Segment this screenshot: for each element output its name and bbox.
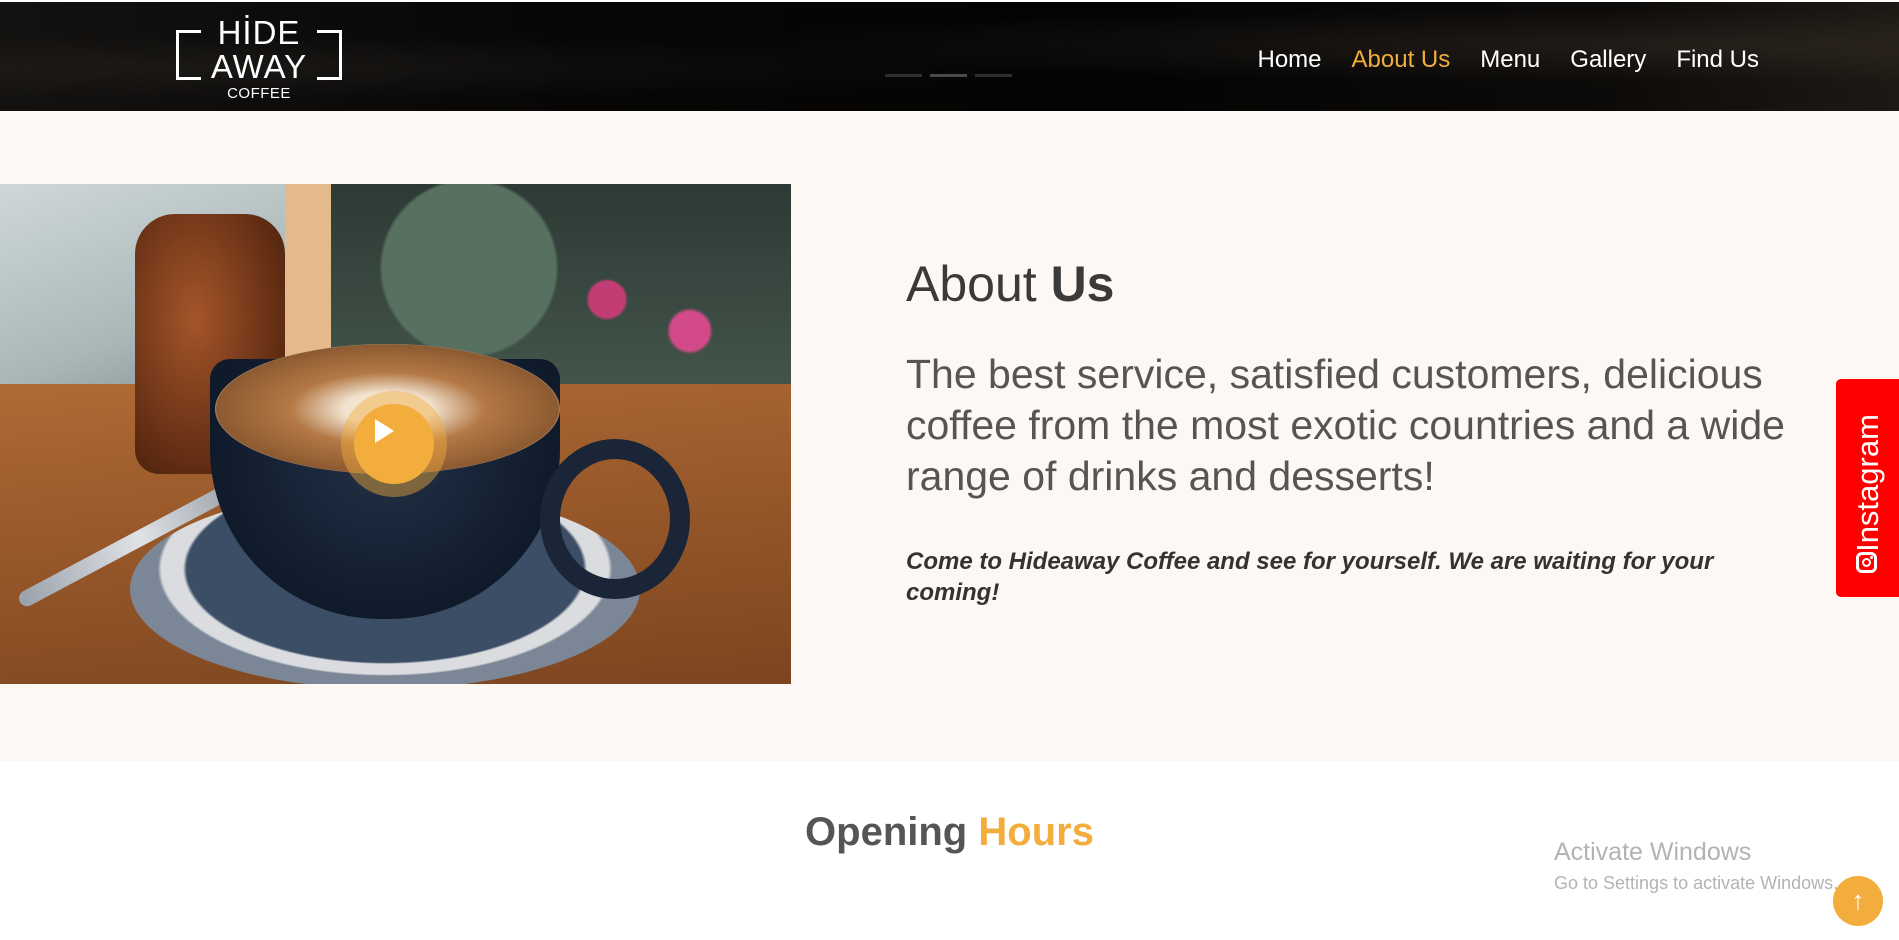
- about-lead-text: The best service, satisfied customers, d…: [906, 351, 1785, 499]
- instagram-label: Instagram: [1849, 414, 1885, 552]
- about-title-bold: Us: [1050, 256, 1115, 312]
- slider-dot-active[interactable]: [930, 74, 967, 77]
- watermark-title: Activate Windows: [1554, 838, 1752, 866]
- site-header: HİDE AWAY COFFEE Home About Us Menu Gall…: [0, 2, 1899, 111]
- play-video-button[interactable]: [341, 391, 447, 497]
- nav-find-us[interactable]: Find Us: [1676, 46, 1759, 74]
- main-nav: Home About Us Menu Gallery Find Us: [1257, 46, 1759, 74]
- logo-line-2: AWAY: [210, 48, 308, 85]
- nav-gallery[interactable]: Gallery: [1570, 46, 1646, 74]
- scroll-to-top-button[interactable]: ↑: [1833, 876, 1883, 926]
- about-section: About Us The best service, satisfied cus…: [0, 111, 1899, 761]
- slider-indicator: [885, 74, 1012, 77]
- hours-title-accent: Hours: [978, 810, 1094, 854]
- hours-title-dark: Opening: [805, 810, 968, 854]
- coffee-video-thumbnail: [0, 184, 791, 684]
- instagram-icon: [1856, 552, 1877, 573]
- play-icon: [375, 419, 394, 443]
- about-title-light: About: [906, 256, 1037, 312]
- play-button-circle: [354, 404, 434, 484]
- hideaway-logo[interactable]: HİDE AWAY COFFEE: [174, 16, 344, 104]
- nav-about-us[interactable]: About Us: [1352, 46, 1451, 74]
- slider-dot[interactable]: [975, 74, 1012, 77]
- arrow-up-icon: ↑: [1851, 885, 1865, 915]
- windows-activation-watermark: Activate Windows Go to Settings to activ…: [1554, 838, 1838, 894]
- nav-menu[interactable]: Menu: [1480, 46, 1540, 74]
- about-title: About Us: [906, 255, 1115, 313]
- logo-line-1: HİDE: [217, 14, 301, 51]
- about-note-text: Come to Hideaway Coffee and see for your…: [906, 548, 1714, 606]
- instagram-tab[interactable]: Instagram: [1836, 379, 1899, 597]
- logo-line-3: COFFEE: [227, 85, 291, 102]
- photo-cup-handle: [540, 439, 690, 599]
- nav-home[interactable]: Home: [1257, 46, 1321, 74]
- watermark-subtitle: Go to Settings to activate Windows.: [1554, 873, 1839, 893]
- slider-dot[interactable]: [885, 74, 922, 77]
